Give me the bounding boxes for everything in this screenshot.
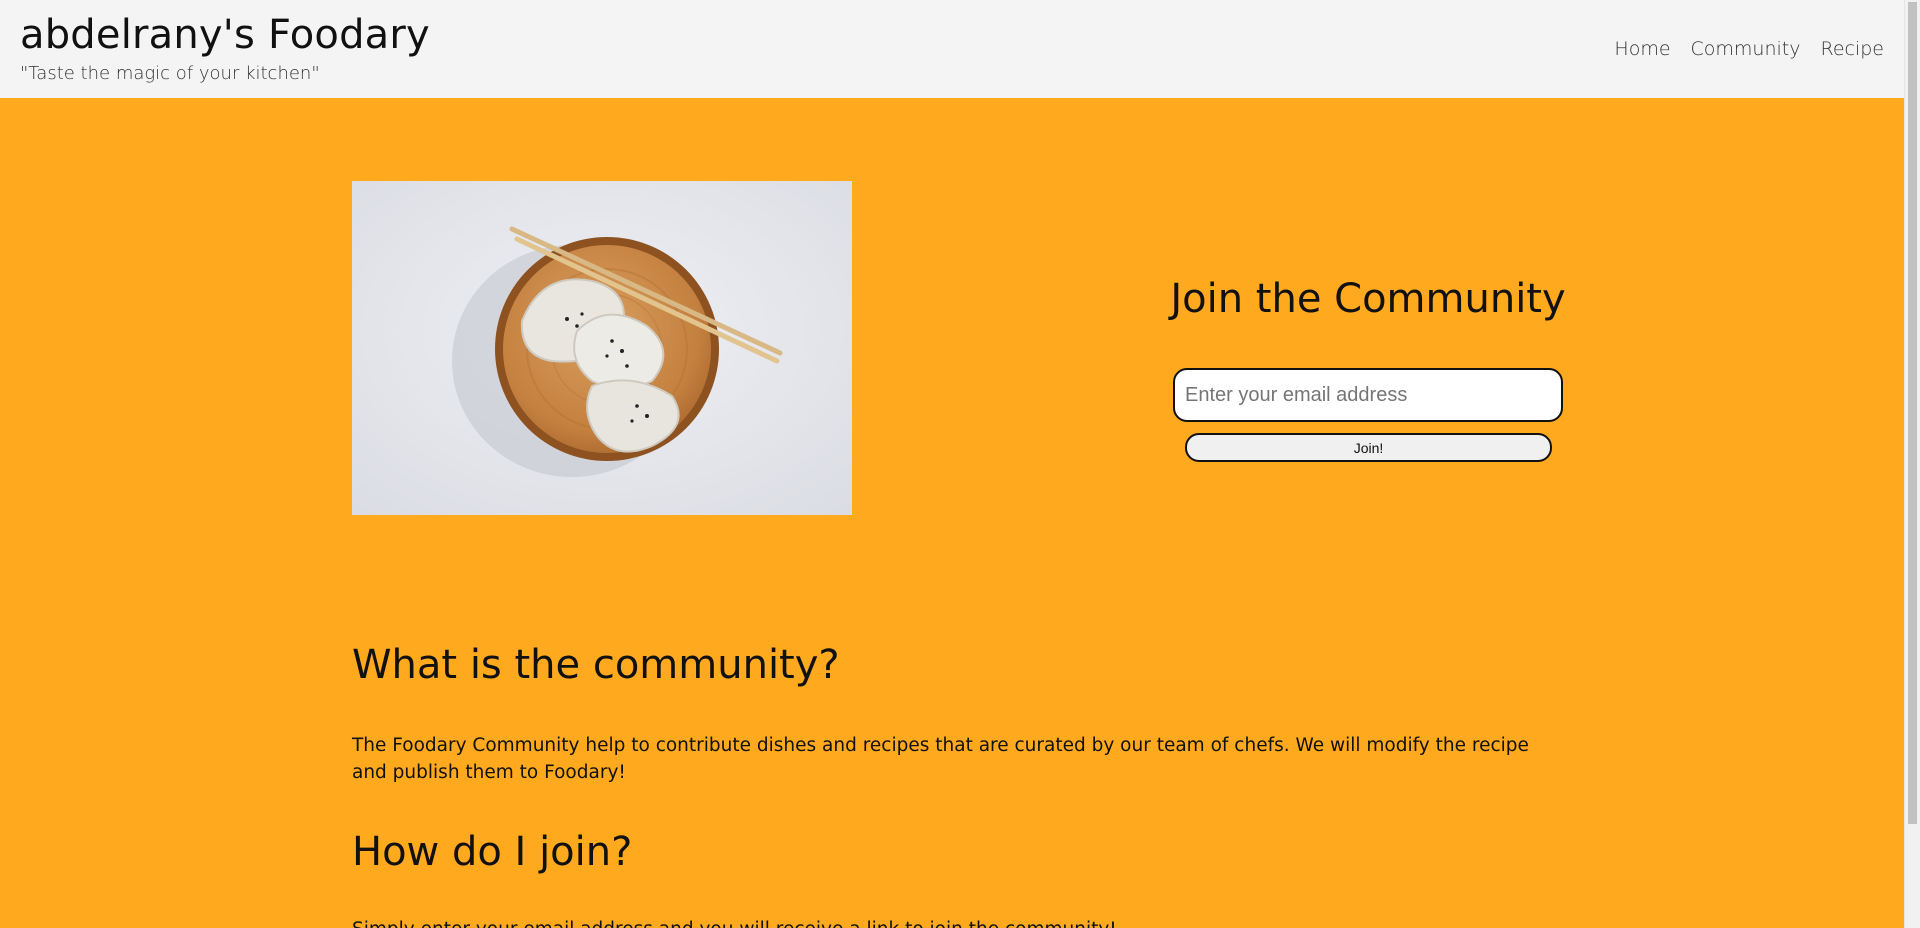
- scrollbar-thumb[interactable]: [1908, 2, 1917, 824]
- nav-link-community[interactable]: Community: [1691, 38, 1801, 60]
- what-is-community-heading: What is the community?: [352, 642, 840, 688]
- site-tagline: "Taste the magic of your kitchen": [20, 63, 320, 84]
- nav-link-recipe[interactable]: Recipe: [1820, 38, 1884, 60]
- email-input[interactable]: [1173, 368, 1563, 422]
- site-header: abdelrany's Foodary "Taste the magic of …: [0, 0, 1904, 98]
- what-is-community-text: The Foodary Community help to contribute…: [352, 735, 1529, 783]
- join-button[interactable]: Join!: [1185, 433, 1552, 462]
- join-heading: Join the Community: [1170, 276, 1566, 322]
- dumplings-illustration: [352, 181, 852, 515]
- how-to-join-heading: How do I join?: [352, 829, 633, 875]
- site-title: abdelrany's Foodary: [20, 12, 430, 58]
- page-scrollbar[interactable]: [1904, 0, 1920, 928]
- main-nav: Home Community Recipe: [1614, 38, 1884, 60]
- dumplings-photo: [352, 181, 852, 515]
- nav-link-home[interactable]: Home: [1614, 38, 1670, 60]
- how-to-join-text: Simply enter your email address and you …: [352, 916, 1552, 928]
